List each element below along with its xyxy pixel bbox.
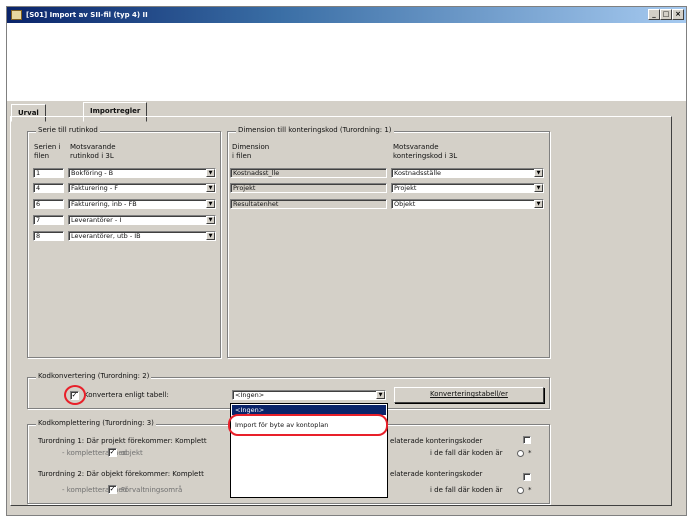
rule2-radio[interactable] [517, 487, 524, 494]
chevron-down-icon[interactable]: ▼ [206, 169, 215, 177]
series-group: Serie till rutinkod [27, 126, 221, 358]
konteringskod-select-2[interactable]: Projekt ▼ [391, 183, 544, 193]
rule1-enable-checkbox[interactable] [523, 436, 531, 444]
maximize-button[interactable]: □ [660, 9, 672, 20]
code-select-5[interactable]: Leverantörer, utb - IB ▼ [68, 231, 216, 241]
chevron-down-icon[interactable]: ▼ [206, 216, 215, 224]
chevron-down-icon[interactable]: ▼ [534, 200, 543, 208]
chevron-down-icon[interactable]: ▼ [534, 169, 543, 177]
konteringskod-select-1-value: Kostnadsställe [394, 169, 441, 177]
dimension-field-1: Kostnadsst_lle [230, 168, 387, 178]
rule2-sub: - komplettera med [62, 486, 128, 494]
rule2-area-label: Förvaltningsområ [121, 486, 183, 494]
konteringskod-select-2-value: Projekt [394, 184, 417, 192]
dimension-col2-header: Motsvarande konteringskod i 3L [393, 143, 458, 160]
rule2-area-checkbox[interactable]: ✓ [108, 485, 117, 494]
code-select-1[interactable]: Bokföring - B ▼ [68, 168, 216, 178]
rule1-object-checkbox[interactable]: ✓ [108, 448, 117, 457]
code-select-2[interactable]: Fakturering - F ▼ [68, 183, 216, 193]
code-select-3-value: Fakturering, inb - FB [71, 200, 137, 208]
close-button[interactable]: × [672, 9, 684, 20]
rule2-radio-label: * [528, 486, 532, 494]
title-bar[interactable]: [S01] Import av SII-fil (typ 4) II _ □ × [7, 7, 686, 23]
chevron-down-icon[interactable]: ▼ [206, 232, 215, 240]
series-input-5[interactable]: 8 [33, 231, 64, 241]
code-select-1-value: Bokföring - B [71, 169, 114, 177]
convert-checkbox-label: Konvertera enligt tabell: [84, 391, 169, 399]
conversion-table-select-value: <Ingen> [235, 391, 265, 399]
series-col2-header: Motsvarande rutinkod i 3L [70, 143, 116, 160]
completion-group-legend: Kodkomplettering (Turordning: 3) [36, 419, 156, 427]
konteringskod-select-1[interactable]: Kostnadsställe ▼ [391, 168, 544, 178]
highlight-ring-option [228, 414, 388, 436]
header-area [7, 23, 686, 101]
rule2-enable-checkbox[interactable] [523, 473, 531, 481]
chevron-down-icon[interactable]: ▼ [206, 200, 215, 208]
conversion-tables-button[interactable]: Konverteringstabell/er [394, 387, 544, 403]
rule1-object-label: objekt [121, 449, 143, 457]
dimension-field-2: Projekt [230, 183, 387, 193]
minimize-button[interactable]: _ [648, 9, 660, 20]
code-select-4[interactable]: Leverantörer - I ▼ [68, 215, 216, 225]
conversion-group-legend: Kodkonvertering (Turordning: 2) [36, 372, 152, 380]
rule1-right: i de fall där koden är [430, 449, 503, 457]
series-col1-header: Serien i filen [34, 143, 61, 160]
code-select-3[interactable]: Fakturering, inb - FB ▼ [68, 199, 216, 209]
code-select-5-value: Leverantörer, utb - IB [71, 232, 141, 240]
app-icon [11, 10, 22, 20]
dimension-col1-header: Dimension i filen [232, 143, 270, 160]
conversion-table-select[interactable]: <Ingen> ▼ [232, 390, 386, 400]
chevron-down-icon[interactable]: ▼ [206, 184, 215, 192]
series-input-1[interactable]: 1 [33, 168, 64, 178]
highlight-ring-checkbox [64, 385, 86, 405]
code-select-2-value: Fakturering - F [71, 184, 119, 192]
dimension-group: Dimension till konteringskod (Turordning… [227, 126, 550, 358]
rule1-radio-label: * [528, 449, 532, 457]
series-group-legend: Serie till rutinkod [36, 126, 100, 134]
rule2-right: i de fall där koden är [430, 486, 503, 494]
dimension-field-3: Resultatenhet [230, 199, 387, 209]
konteringskod-select-3-value: Objekt [394, 200, 416, 208]
dimension-group-legend: Dimension till konteringskod (Turordning… [236, 126, 394, 134]
code-select-4-value: Leverantörer - I [71, 216, 122, 224]
series-input-4[interactable]: 7 [33, 215, 64, 225]
rule1-sub: - komplettera med [62, 449, 128, 457]
rule1-suffix: elaterade konteringskoder [390, 437, 483, 445]
window-title: [S01] Import av SII-fil (typ 4) II [26, 11, 148, 19]
konteringskod-select-3[interactable]: Objekt ▼ [391, 199, 544, 209]
chevron-down-icon[interactable]: ▼ [376, 391, 385, 399]
chevron-down-icon[interactable]: ▼ [534, 184, 543, 192]
rule1-text: Turordning 1: Där projekt förekommer: Ko… [38, 437, 207, 445]
rule1-radio[interactable] [517, 450, 524, 457]
rule2-suffix: elaterade konteringskoder [390, 470, 483, 478]
rule2-text: Turordning 2: Där objekt förekommer: Kom… [38, 470, 204, 478]
series-input-3[interactable]: 6 [33, 199, 64, 209]
series-input-2[interactable]: 4 [33, 183, 64, 193]
